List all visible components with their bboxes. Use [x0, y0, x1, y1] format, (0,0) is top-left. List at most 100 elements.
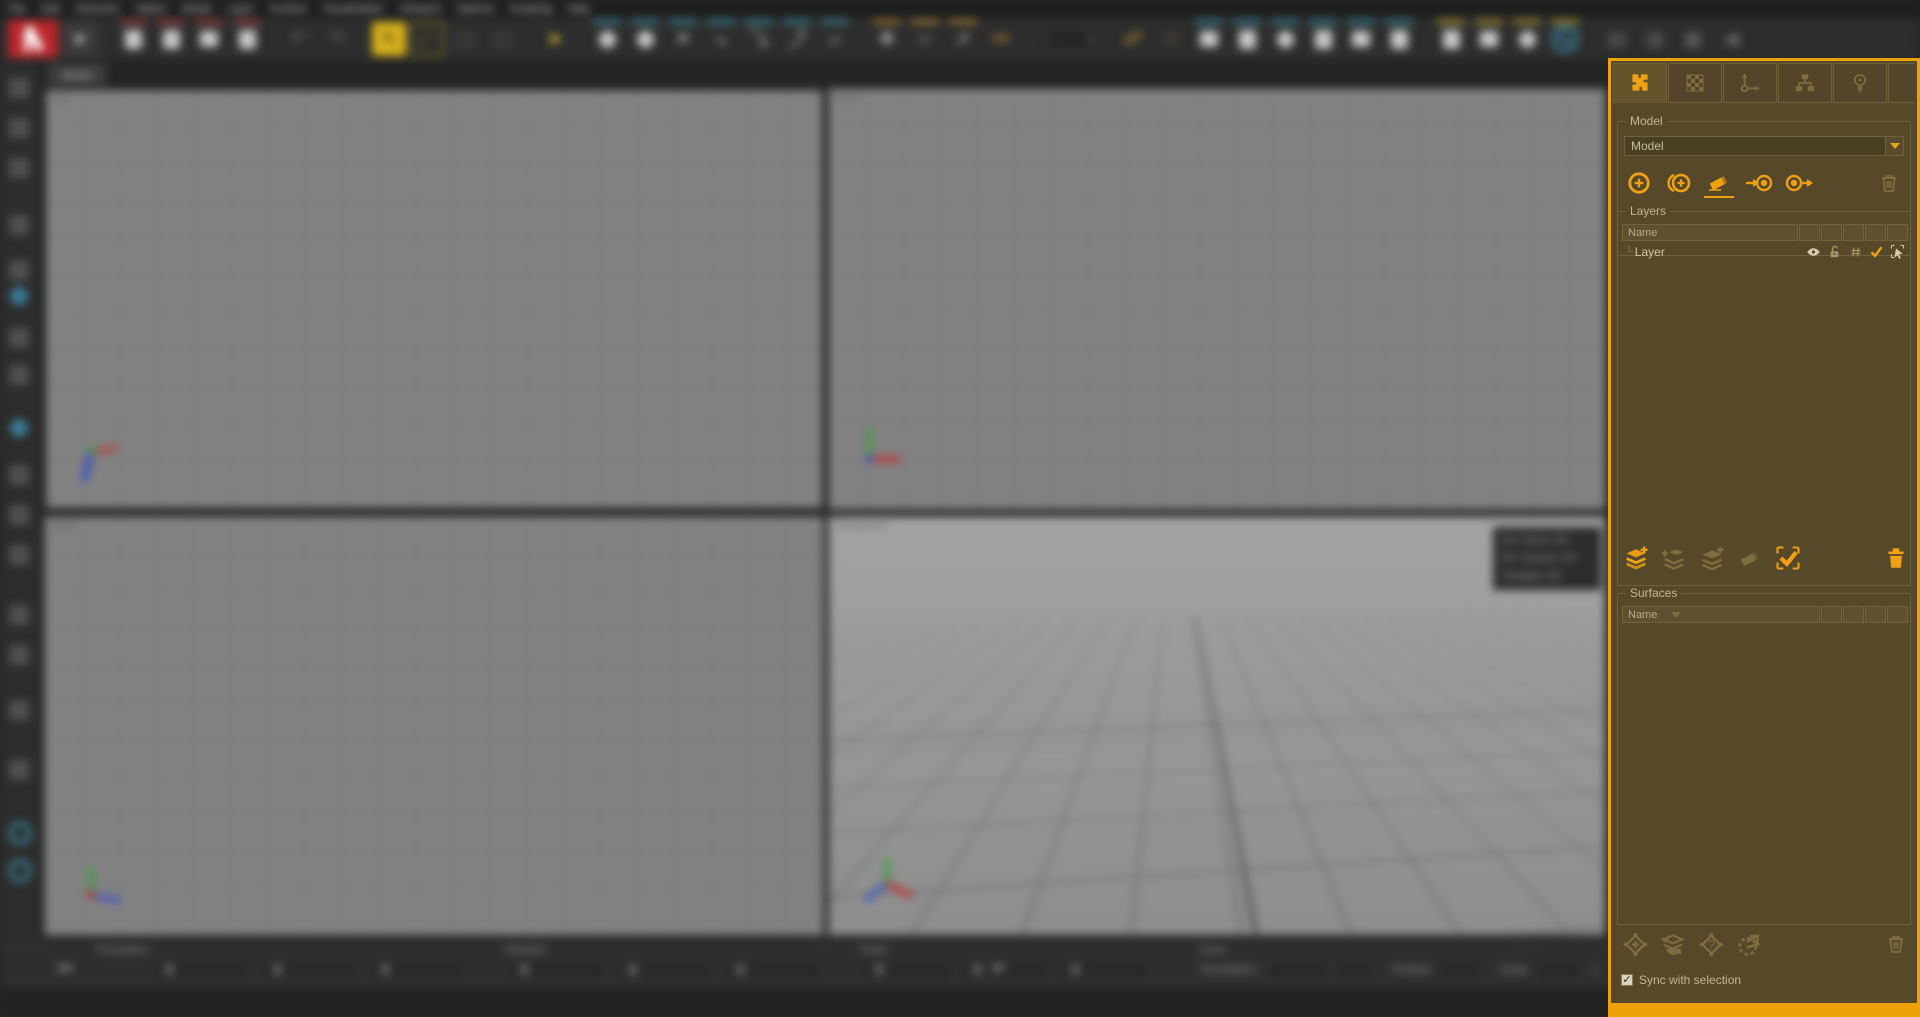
add-sublayer-button[interactable]	[1659, 543, 1689, 573]
extra-c-icon[interactable]: ▩	[1676, 22, 1710, 56]
rotation-z-field[interactable]	[721, 961, 821, 978]
add-layer-button[interactable]	[1621, 543, 1651, 573]
delete-model-button[interactable]	[1874, 168, 1904, 198]
node-grid-icon[interactable]: ∷	[1154, 22, 1188, 56]
surfaces-col4-header[interactable]	[1887, 606, 1908, 623]
surfaces-name-header[interactable]: Name	[1622, 606, 1820, 623]
viewport-top[interactable]: Top	[44, 88, 824, 510]
menu-surface[interactable]: Surface	[269, 3, 307, 15]
open-file-icon[interactable]	[154, 22, 188, 56]
toolbar-combo[interactable]: —▼	[1034, 29, 1100, 49]
left-tool-snap-icon[interactable]	[8, 417, 31, 440]
left-tool-12-icon[interactable]	[9, 645, 29, 665]
position-combo[interactable]	[1438, 961, 1482, 978]
draw-scale-combo[interactable]	[1536, 961, 1580, 978]
surface-b-icon[interactable]	[1472, 22, 1506, 56]
delete-surface-button[interactable]	[1881, 929, 1911, 959]
tab-transform[interactable]	[1723, 63, 1777, 103]
layers-lock-header[interactable]	[1821, 224, 1842, 241]
surface-info-button[interactable]: ?	[1697, 929, 1727, 959]
layer-active-check[interactable]	[1866, 245, 1887, 258]
select-faces-icon[interactable]	[590, 22, 624, 56]
left-tool-10-icon[interactable]	[9, 545, 29, 565]
menu-layer[interactable]: Layer	[227, 3, 255, 15]
menu-model[interactable]: Model	[182, 3, 212, 15]
select-grow-icon[interactable]: ⤴	[780, 22, 814, 56]
menu-options[interactable]: Options	[456, 3, 494, 15]
import-file-icon[interactable]	[230, 22, 264, 56]
menu-visualization[interactable]: Visualization	[322, 3, 384, 15]
left-tool-7-icon[interactable]	[9, 365, 29, 385]
select-layer-content-button[interactable]	[1773, 543, 1803, 573]
new-file-icon[interactable]	[116, 22, 150, 56]
update-surface-button[interactable]	[1659, 929, 1689, 959]
scale-z-field[interactable]	[1056, 961, 1148, 978]
rename-layer-button[interactable]	[1735, 543, 1765, 573]
menu-file[interactable]: File	[8, 3, 26, 15]
node-graph-icon[interactable]: ☍	[1116, 22, 1150, 56]
layer-visibility-toggle[interactable]	[1803, 246, 1824, 258]
tab-model-structure[interactable]	[1613, 63, 1667, 103]
magnet-tool-icon[interactable]: ☄	[410, 22, 444, 56]
tessellation-combo[interactable]	[1268, 961, 1330, 978]
viewport-front[interactable]: Front	[828, 88, 1606, 510]
layer-row[interactable]: └ Layer	[1622, 243, 1908, 260]
disable-render-icon[interactable]	[1548, 22, 1582, 56]
mesh-e-icon[interactable]	[1344, 22, 1378, 56]
mesh-c-icon[interactable]	[1268, 22, 1302, 56]
left-tool-5-icon[interactable]	[9, 260, 29, 280]
tab-materials[interactable]	[1668, 63, 1722, 103]
select-x-icon[interactable]: ✕	[666, 22, 700, 56]
left-tool-8-icon[interactable]	[9, 465, 29, 485]
rotation-y-field[interactable]	[613, 961, 713, 978]
surfaces-col1-header[interactable]	[1821, 606, 1842, 623]
mesh-f-icon[interactable]	[1382, 22, 1416, 56]
extra-b-icon[interactable]: ▨	[1638, 22, 1672, 56]
pick-cursor-icon[interactable]: ➤	[538, 22, 572, 56]
paint-tool-icon[interactable]: ✎	[372, 22, 406, 56]
surface-a-icon[interactable]	[1434, 22, 1468, 56]
rotation-x-field[interactable]	[505, 961, 605, 978]
menu-viewport[interactable]: Viewport	[399, 3, 442, 15]
left-tool-orbit-icon[interactable]	[9, 822, 31, 844]
menu-edit[interactable]: Edit	[41, 3, 60, 15]
extra-a-icon[interactable]: ▤	[1600, 22, 1634, 56]
layers-select-header[interactable]	[1887, 224, 1908, 241]
model-combo-button[interactable]	[1885, 137, 1903, 155]
surfaces-col2-header[interactable]	[1843, 606, 1864, 623]
translation-y-field[interactable]	[258, 961, 358, 978]
scale-tool-icon[interactable]: ➚	[946, 22, 980, 56]
menu-scripting[interactable]: Scripting	[509, 3, 552, 15]
select-cursor-icon[interactable]: ➤	[62, 21, 98, 57]
import-to-model-button[interactable]	[1744, 168, 1774, 198]
left-tool-focus-icon[interactable]	[9, 860, 31, 882]
new-model-button[interactable]	[1624, 168, 1654, 198]
viewport-perspective[interactable]: Perspective Sel. Faces: 0/0 Sel. Vertice…	[828, 516, 1606, 936]
select-lasso-icon[interactable]: ⤷	[704, 22, 738, 56]
move-tool-icon[interactable]: ✥	[870, 22, 904, 56]
layers-active-header[interactable]	[1865, 224, 1886, 241]
tool-a-icon[interactable]: ▢	[448, 22, 482, 56]
document-tab-model[interactable]: Model	[48, 64, 106, 86]
left-tool-9-icon[interactable]	[9, 505, 29, 525]
select-brush-icon[interactable]: ⤵	[742, 22, 776, 56]
shuffle-surfaces-button[interactable]	[1735, 929, 1765, 959]
select-vertices-icon[interactable]	[628, 22, 662, 56]
left-tool-14-icon[interactable]	[9, 760, 29, 780]
menu-selection[interactable]: Selection	[75, 3, 120, 15]
viewport-right[interactable]: Right	[44, 516, 824, 936]
layer-lock-toggle[interactable]	[1824, 245, 1845, 259]
layers-visibility-header[interactable]	[1799, 224, 1820, 241]
undo-icon[interactable]: ↶	[282, 22, 316, 56]
redo-icon[interactable]: ↷	[320, 22, 354, 56]
delete-layer-button[interactable]	[1881, 543, 1911, 573]
left-tool-6-icon[interactable]	[9, 328, 29, 348]
tab-lighting[interactable]	[1833, 63, 1887, 103]
model-combo[interactable]: Model	[1624, 136, 1904, 156]
translation-z-field[interactable]	[366, 961, 466, 978]
add-surface-button[interactable]	[1621, 929, 1651, 959]
scale-x-field[interactable]	[860, 961, 952, 978]
edit-pencil-icon[interactable]: ✏	[992, 959, 1014, 981]
tessellation-spinner[interactable]	[1334, 961, 1374, 978]
duplicate-layer-button[interactable]	[1697, 543, 1727, 573]
